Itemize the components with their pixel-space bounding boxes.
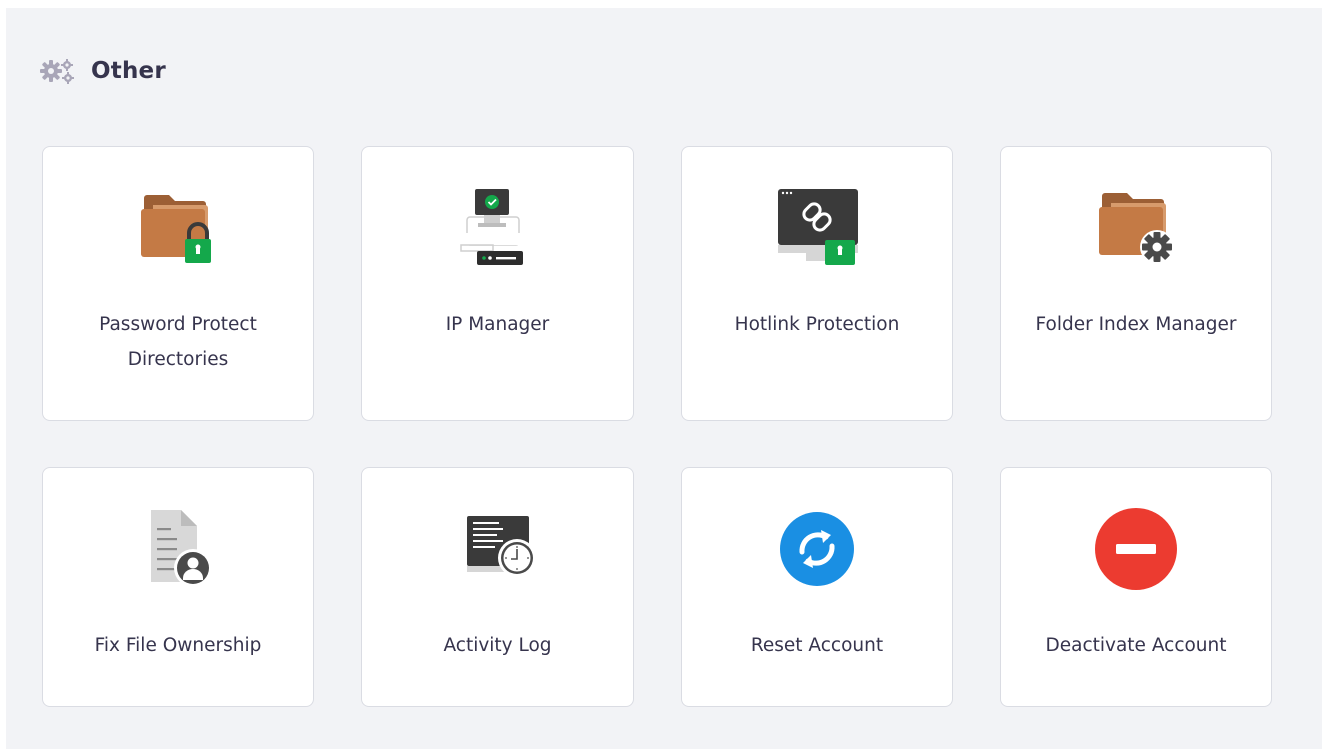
card-label: Password Protect Directories [99, 314, 257, 370]
card-label: Deactivate Account [1045, 635, 1227, 656]
password-protect-directories-card[interactable]: Password Protect Directories [42, 146, 314, 421]
activity-log-card[interactable]: Activity Log [361, 467, 634, 707]
reset-account-card[interactable]: Reset Account [681, 467, 953, 707]
card-label: Reset Account [750, 635, 884, 656]
deactivate-icon [1095, 508, 1177, 590]
gears-icon [40, 59, 74, 84]
hotlink-protection-card[interactable]: Hotlink Protection [681, 146, 953, 421]
card-label: Activity Log [443, 635, 552, 656]
ip-manager-card[interactable]: IP Manager [361, 146, 634, 421]
card-label: Hotlink Protection [734, 314, 900, 335]
section-header: Other [37, 56, 166, 86]
file-user-icon [151, 510, 212, 587]
section-title: Other [91, 58, 166, 84]
reset-icon [780, 512, 854, 586]
folder-index-manager-card[interactable]: Folder Index Manager [1000, 146, 1272, 421]
folder-lock-icon [141, 195, 211, 263]
deactivate-account-card[interactable]: Deactivate Account [1000, 467, 1272, 707]
folder-gear-icon [1099, 193, 1174, 264]
fix-file-ownership-card[interactable]: Fix File Ownership [42, 467, 314, 707]
card-label: Folder Index Manager [1035, 314, 1237, 335]
ip-manager-icon [459, 189, 523, 265]
card-label: Fix File Ownership [94, 635, 262, 656]
activity-log-icon [466, 516, 536, 577]
card-label: IP Manager [445, 314, 550, 335]
hotlink-lock-icon [778, 189, 858, 265]
